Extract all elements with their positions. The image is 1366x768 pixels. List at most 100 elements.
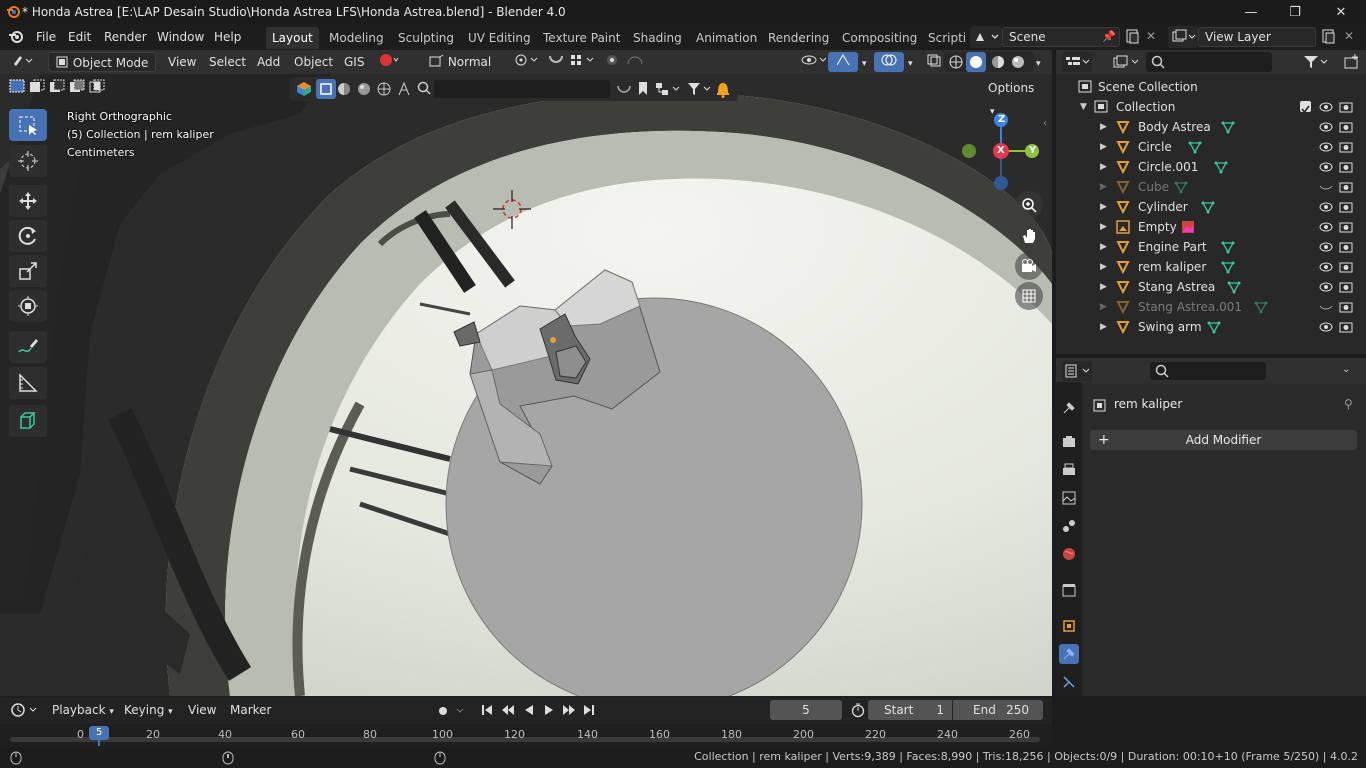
marker-menu[interactable]: Marker xyxy=(224,700,277,720)
3d-viewport[interactable]: Options ▾ Right Orthographic (5) Collect… xyxy=(0,74,1052,696)
view-layer-selector-button[interactable] xyxy=(1168,26,1198,48)
prev-keyframe-icon[interactable] xyxy=(500,703,516,720)
jump-end-icon[interactable] xyxy=(582,703,596,720)
add-cube-tool[interactable] xyxy=(9,405,47,437)
keying-menu[interactable]: Keying ▾ xyxy=(118,700,179,720)
jump-start-icon[interactable] xyxy=(480,703,494,720)
play-reverse-icon[interactable] xyxy=(522,703,536,720)
record-icon[interactable] xyxy=(436,704,466,721)
outliner-editor-type-button[interactable] xyxy=(1062,52,1092,72)
particles-tab-icon[interactable] xyxy=(1059,672,1079,692)
expand-arrow-icon[interactable]: ▶ xyxy=(1100,197,1107,217)
mesh-data-icon[interactable] xyxy=(1207,320,1221,340)
select-mode-new-icon[interactable] xyxy=(8,78,26,97)
transform-tool[interactable] xyxy=(9,290,47,322)
eye-icon[interactable] xyxy=(1319,320,1333,340)
shading-dropdown-icon[interactable]: ▾ xyxy=(1030,52,1047,72)
annotate-tool[interactable] xyxy=(9,331,47,363)
rendered-shading-icon[interactable] xyxy=(1010,54,1026,73)
texture-display-icon[interactable] xyxy=(356,81,372,100)
filter-icon[interactable] xyxy=(686,80,714,101)
tab-animation[interactable]: Animation xyxy=(690,27,763,49)
tool-tab-icon[interactable] xyxy=(1059,398,1079,418)
end-frame-field[interactable]: End 250 xyxy=(953,700,1043,720)
outliner-item[interactable]: ▶ Stang Astrea xyxy=(1056,277,1366,297)
menu-render[interactable]: Render xyxy=(104,28,147,46)
overlays-toggle-icon[interactable] xyxy=(874,52,904,72)
menu-file[interactable]: File xyxy=(36,28,56,46)
timeline-view-menu[interactable]: View xyxy=(182,700,222,720)
new-view-layer-icon[interactable] xyxy=(1320,28,1336,47)
expand-arrow-icon[interactable]: ▼ xyxy=(1080,97,1087,117)
solid-shading-icon[interactable] xyxy=(966,52,986,72)
close-button[interactable]: ✕ xyxy=(1318,0,1364,24)
outliner-item[interactable]: ▶ Cylinder xyxy=(1056,197,1366,217)
expand-arrow-icon[interactable]: ▶ xyxy=(1100,317,1107,337)
world-tab-icon[interactable] xyxy=(1059,544,1079,564)
expand-arrow-icon[interactable]: ▶ xyxy=(1100,117,1107,137)
filter-arc-icon[interactable] xyxy=(616,82,632,99)
viewport-search-input[interactable] xyxy=(434,80,610,98)
pin-icon[interactable]: ⚲ xyxy=(1344,397,1353,411)
tree-row-scene-collection[interactable]: Scene Collection xyxy=(1056,77,1366,97)
tab-uv-editing[interactable]: UV Editing xyxy=(462,27,537,49)
outliner-item[interactable]: ▶ Cube xyxy=(1056,177,1366,197)
restore-button[interactable]: ❐ xyxy=(1272,0,1318,24)
playback-menu[interactable]: Playback ▾ xyxy=(46,700,120,720)
options-dropdown[interactable]: Options ▾ xyxy=(982,77,1044,117)
delete-view-layer-icon[interactable]: ✕ xyxy=(1344,29,1354,43)
hierarchy-icon[interactable] xyxy=(654,80,684,101)
measure-tool[interactable] xyxy=(9,367,47,399)
perspective-grid-icon[interactable] xyxy=(1015,282,1043,310)
tab-modeling[interactable]: Modeling xyxy=(323,27,390,49)
tree-row-collection[interactable]: ▼ Collection xyxy=(1056,97,1366,117)
collection-checkbox[interactable] xyxy=(1300,101,1311,114)
current-frame-field[interactable]: 5 xyxy=(770,700,842,720)
gizmo-toggle-icon[interactable] xyxy=(828,52,858,72)
collection-tab-icon[interactable] xyxy=(1059,580,1079,600)
material-preview-icon[interactable] xyxy=(990,54,1006,73)
menu-object[interactable]: Object xyxy=(288,52,339,72)
wire-display-icon[interactable] xyxy=(376,81,392,100)
armature-display-icon[interactable] xyxy=(396,81,412,100)
outliner-item[interactable]: ▶ Stang Astrea.001 xyxy=(1056,297,1366,317)
outliner-item[interactable]: ▶ Swing arm xyxy=(1056,317,1366,337)
outliner-item[interactable]: ▶ Circle.001 xyxy=(1056,157,1366,177)
menu-add[interactable]: Add xyxy=(251,52,286,72)
new-collection-icon[interactable] xyxy=(1343,53,1361,74)
stopwatch-icon[interactable] xyxy=(850,702,866,721)
orientation-dropdown[interactable]: Normal ▾ xyxy=(422,52,502,89)
properties-editor-type-button[interactable] xyxy=(1062,361,1092,381)
pin-icon[interactable]: 📌 xyxy=(1102,30,1116,43)
view-layer-name-field[interactable]: View Layer xyxy=(1198,27,1316,47)
render-tab-icon[interactable] xyxy=(1059,432,1079,452)
tab-shading[interactable]: Shading xyxy=(627,27,688,49)
tab-sculpting[interactable]: Sculpting xyxy=(392,27,460,49)
blender-menu-icon[interactable] xyxy=(8,29,24,48)
tab-compositing[interactable]: Compositing xyxy=(836,27,923,49)
timeline-editor-type-button[interactable] xyxy=(6,700,40,720)
solid-display-icon[interactable] xyxy=(336,81,352,100)
tab-texture-paint[interactable]: Texture Paint xyxy=(537,27,626,49)
outliner-item[interactable]: ▶ Engine Part xyxy=(1056,237,1366,257)
bounds-display-icon[interactable] xyxy=(316,79,336,99)
select-mode-intersect-icon[interactable] xyxy=(88,78,106,97)
modifier-tab-icon[interactable] xyxy=(1059,644,1079,664)
minimize-button[interactable]: — xyxy=(1228,0,1274,24)
add-modifier-button[interactable]: + Add Modifier xyxy=(1090,430,1357,450)
expand-arrow-icon[interactable]: ▶ xyxy=(1100,157,1107,177)
outliner-item[interactable]: ▶ Body Astrea xyxy=(1056,117,1366,137)
output-tab-icon[interactable] xyxy=(1059,460,1079,480)
expand-arrow-icon[interactable]: ▶ xyxy=(1100,217,1107,237)
cursor-tool[interactable] xyxy=(9,145,47,177)
notification-bell-icon[interactable] xyxy=(714,79,732,102)
expand-arrow-icon[interactable]: ▶ xyxy=(1100,137,1107,157)
scene-selector-button[interactable] xyxy=(970,26,1002,48)
display-mode-button[interactable] xyxy=(1110,52,1146,72)
outliner-item[interactable]: ▶ Empty xyxy=(1056,217,1366,237)
object-types-icon[interactable] xyxy=(296,81,312,100)
expand-arrow-icon[interactable]: ▶ xyxy=(1100,177,1107,197)
rotate-tool[interactable] xyxy=(9,220,47,252)
scene-tab-icon[interactable] xyxy=(1059,516,1079,536)
select-mode-invert-icon[interactable] xyxy=(68,78,86,97)
